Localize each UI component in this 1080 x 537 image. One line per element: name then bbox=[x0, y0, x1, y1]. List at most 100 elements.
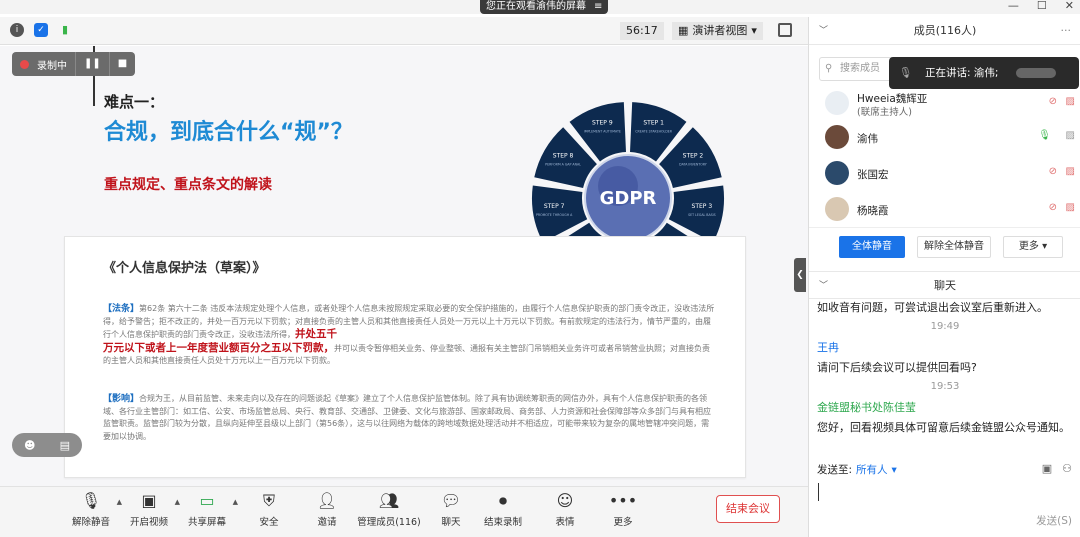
member-search-input[interactable]: ⚲ 搜索成员 bbox=[819, 57, 899, 81]
screen-share-banner[interactable]: 您正在观看渝伟的屏幕 ≡ bbox=[480, 0, 609, 14]
member-row[interactable]: 杨晓霞 ⊘ ▨ bbox=[809, 191, 1080, 221]
banner-menu-icon[interactable]: ≡ bbox=[594, 0, 602, 14]
members-panel-title: 成员(116人) bbox=[913, 24, 977, 37]
image-icon[interactable]: ▣ bbox=[1042, 462, 1052, 475]
stop-record-button[interactable]: ■ bbox=[108, 52, 135, 76]
chat-panel-title: 聊天 bbox=[934, 279, 956, 292]
member-row[interactable]: 渝伟 🎙︎ ▨ bbox=[809, 119, 1080, 157]
document-card: 《个人信息保护法（草案）》 【法条】第62条 第六十二条 违反本法规定处理个人信… bbox=[64, 236, 746, 478]
chat-input[interactable] bbox=[815, 479, 1075, 509]
chevron-down-icon[interactable]: ﹀ bbox=[819, 17, 828, 45]
video-off-icon[interactable]: ▨ bbox=[1066, 96, 1075, 107]
mic-muted-icon[interactable]: ⊘ bbox=[1049, 166, 1057, 177]
member-role: (联席主持人) bbox=[857, 107, 912, 118]
stop-recording-label: 结束录制 bbox=[483, 517, 522, 528]
window-controls: — ☐ ✕ bbox=[1008, 0, 1074, 12]
chevron-down-icon[interactable]: ﹀ bbox=[819, 272, 828, 300]
mute-all-button[interactable]: 全体静音 bbox=[839, 236, 905, 258]
invite-button[interactable]: 👤︎ 邀请 bbox=[296, 491, 358, 528]
search-icon: ⚲ bbox=[825, 63, 833, 74]
maximize-icon[interactable]: ☐ bbox=[1037, 0, 1047, 12]
video-off-icon[interactable]: ▨ bbox=[1066, 202, 1075, 213]
send-to-selector[interactable]: 发送至: 所有人 ▾ bbox=[817, 462, 897, 477]
minimize-icon[interactable]: — bbox=[1008, 0, 1019, 12]
recording-dot-icon bbox=[20, 59, 29, 69]
view-mode-label: 演讲者视图 bbox=[692, 24, 748, 37]
view-mode-selector[interactable]: ▦ 演讲者视图 ▾ bbox=[672, 22, 763, 40]
share-banner-text: 您正在观看渝伟的屏幕 bbox=[486, 1, 586, 12]
chat-sender[interactable]: 金链盟秘书处陈佳莹 bbox=[817, 399, 916, 415]
members-panel-header[interactable]: ﹀ 成员(116人) ··· bbox=[809, 17, 1080, 45]
avatar bbox=[825, 125, 849, 149]
window-titlebar: 您正在观看渝伟的屏幕 ≡ — ☐ ✕ bbox=[0, 0, 1080, 14]
video-off-icon[interactable]: ▨ bbox=[1066, 166, 1075, 177]
more-button[interactable]: ••• 更多 bbox=[592, 491, 654, 528]
more-members-options-button[interactable]: 更多 ▾ bbox=[1003, 236, 1063, 258]
unmute-label: 解除静音 bbox=[71, 517, 110, 528]
speaking-text: 正在讲话: 渝伟; bbox=[925, 67, 999, 79]
member-name: 张国宏 bbox=[857, 169, 889, 181]
signal-icon[interactable]: ▮ bbox=[58, 23, 72, 37]
chat-bubble-icon[interactable]: ▤ bbox=[60, 439, 70, 452]
law-paragraph: 【法条】第62条 第六十二条 违反本法规定处理个人信息，或者处理个人信息未按照规… bbox=[103, 303, 715, 368]
meeting-toolbar: 🎙︎ 解除静音 ▲ ▣ 开启视频 ▲ ▭ 共享屏幕 ▲ ⛨ 安全 👤︎ 邀请 👥… bbox=[0, 486, 808, 537]
gdpr-step-label: STEP 3 bbox=[692, 203, 713, 210]
gdpr-step-subtitle: PERFORM A GAP ANAL bbox=[545, 163, 581, 167]
gdpr-center-label: GDPR bbox=[600, 188, 657, 209]
chat-timestamp: 19:49 bbox=[930, 321, 960, 332]
chat-sender[interactable]: 王冉 bbox=[817, 339, 839, 355]
close-icon[interactable]: ✕ bbox=[1065, 0, 1074, 12]
law-highlight-1: 并处五千 bbox=[295, 328, 337, 340]
shared-screen: 录制中 ❚❚ ■ 难点一： 合规，到底合什么“规”？ 重点规定、重点条文的解读 … bbox=[0, 46, 808, 486]
face-icon[interactable]: ☻ bbox=[24, 439, 35, 452]
gdpr-step-label: STEP 7 bbox=[544, 203, 565, 210]
shield-icon[interactable]: ✓ bbox=[34, 23, 48, 37]
security-button[interactable]: ⛨ 安全 bbox=[238, 491, 300, 528]
user-settings-icon[interactable]: ⚇ bbox=[1062, 462, 1072, 475]
mic-muted-icon[interactable]: ⊘ bbox=[1049, 96, 1057, 107]
chat-timestamp: 19:53 bbox=[930, 381, 960, 392]
pause-record-button[interactable]: ❚❚ bbox=[75, 52, 109, 76]
send-button[interactable]: 发送(S) bbox=[1036, 513, 1072, 528]
mic-icon[interactable]: 🎙︎ bbox=[1038, 130, 1051, 141]
info-icon[interactable]: i bbox=[10, 23, 24, 37]
reactions-label: 表情 bbox=[555, 517, 575, 528]
end-meeting-button[interactable]: 结束会议 bbox=[716, 495, 780, 523]
gdpr-step-label: STEP 2 bbox=[683, 153, 704, 160]
security-label: 安全 bbox=[259, 517, 279, 528]
unmute-button[interactable]: 🎙︎ 解除静音 ▲ bbox=[60, 491, 122, 528]
slide-subheading: 难点一： bbox=[104, 93, 165, 111]
fullscreen-icon[interactable] bbox=[778, 23, 792, 37]
reactions-button[interactable]: ☺ 表情 bbox=[534, 491, 596, 528]
impact-paragraph: 【影响】合规为王，从目前监管、未来走向以及存在的问题谈起《草案》建立了个人信息保… bbox=[103, 393, 715, 443]
chat-message: 如收音有问题，可尝试退出会议室后重新进入。 bbox=[817, 301, 1048, 314]
manage-members-button[interactable]: 👥︎ 管理成员(116) bbox=[356, 491, 422, 528]
video-off-icon[interactable]: ▨ bbox=[1066, 130, 1075, 141]
collapse-panel-button[interactable]: ❮ bbox=[794, 258, 806, 292]
invite-label: 邀请 bbox=[317, 517, 337, 528]
video-toolbar: i ✓ ▮ 56:17 ▦ 演讲者视图 ▾ bbox=[0, 17, 808, 45]
law-tag: 【法条】 bbox=[103, 304, 140, 314]
mic-muted-icon[interactable]: ⊘ bbox=[1049, 202, 1057, 213]
meeting-timer: 56:17 bbox=[620, 22, 664, 40]
start-video-label: 开启视频 bbox=[129, 517, 168, 528]
stop-recording-button[interactable]: ⏺︎ 结束录制 bbox=[472, 491, 534, 528]
floating-mini-controls[interactable]: ☻ ▤ bbox=[12, 433, 82, 457]
send-to-value[interactable]: 所有人 bbox=[856, 464, 888, 476]
share-screen-label: 共享屏幕 bbox=[187, 517, 226, 528]
unmute-all-button[interactable]: 解除全体静音 bbox=[917, 236, 991, 258]
share-screen-button[interactable]: ▭ 共享屏幕 ▲ bbox=[176, 491, 238, 528]
more-icon: ••• bbox=[608, 491, 638, 510]
member-row[interactable]: 张国宏 ⊘ ▨ bbox=[809, 155, 1080, 193]
start-video-button[interactable]: ▣ 开启视频 ▲ bbox=[118, 491, 180, 528]
more-icon[interactable]: ··· bbox=[1061, 17, 1072, 45]
member-name: 渝伟 bbox=[857, 133, 878, 145]
chat-tools: ▣ ⚇ bbox=[1042, 462, 1072, 475]
member-name: 杨晓霞 bbox=[857, 205, 889, 217]
chat-panel-header[interactable]: ﹀ 聊天 bbox=[809, 271, 1080, 299]
recording-control: 录制中 ❚❚ ■ bbox=[12, 52, 136, 76]
invite-icon: 👤︎ bbox=[316, 491, 338, 510]
member-row[interactable]: Hweeia魏辉亚 (联席主持人) ⊘ ▨ bbox=[809, 85, 1080, 123]
stop-record-icon: ⏺︎ bbox=[498, 491, 507, 510]
chevron-down-icon[interactable]: ▾ bbox=[892, 464, 897, 476]
